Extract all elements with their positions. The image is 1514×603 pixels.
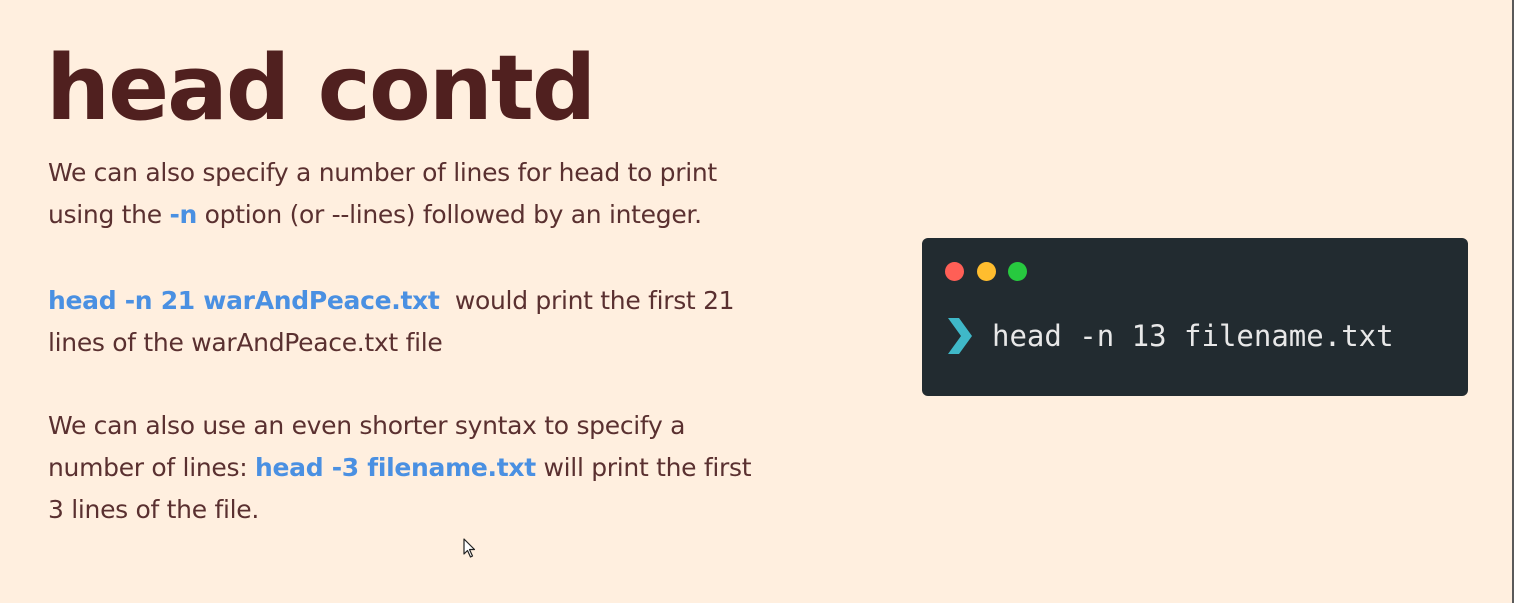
- paragraph-line: We can also use an even shorter syntax t…: [48, 411, 686, 440]
- mouse-cursor-icon: [463, 538, 476, 558]
- slide-title: head contd: [46, 36, 596, 141]
- short-syntax-code: head -3 filename.txt: [254, 453, 536, 482]
- minimize-dot-icon: [977, 262, 996, 281]
- paragraph-line: 3 lines of the file.: [48, 495, 259, 524]
- paragraph-text: option (or --lines) followed by an integ…: [197, 200, 702, 229]
- paragraph-line: lines of the warAndPeace.txt file: [48, 328, 443, 357]
- maximize-dot-icon: [1008, 262, 1027, 281]
- paragraph-line: head -n 21 warAndPeace.txt would print t…: [48, 280, 735, 322]
- paragraph-head-lines-option: We can also specify a number of lines fo…: [48, 152, 717, 236]
- chevron-right-icon: [948, 318, 972, 354]
- paragraph-text: would print the first 21: [439, 286, 735, 315]
- close-dot-icon: [945, 262, 964, 281]
- paragraph-line: We can also specify a number of lines fo…: [48, 158, 717, 187]
- paragraph-line: using the -n option (or --lines) followe…: [48, 194, 717, 236]
- example-command-code: head -n 21 warAndPeace.txt: [48, 286, 440, 315]
- paragraph-head-example: head -n 21 warAndPeace.txt would print t…: [48, 280, 735, 364]
- paragraph-text: using the: [48, 200, 170, 229]
- option-code: -n: [169, 200, 198, 229]
- paragraph-line: number of lines: head -3 filename.txt wi…: [48, 447, 752, 489]
- terminal-command: head -n 13 filename.txt: [992, 319, 1394, 353]
- paragraph-text: will print the first: [535, 453, 752, 482]
- paragraph-short-syntax: We can also use an even shorter syntax t…: [48, 405, 752, 531]
- paragraph-text: number of lines:: [48, 453, 255, 482]
